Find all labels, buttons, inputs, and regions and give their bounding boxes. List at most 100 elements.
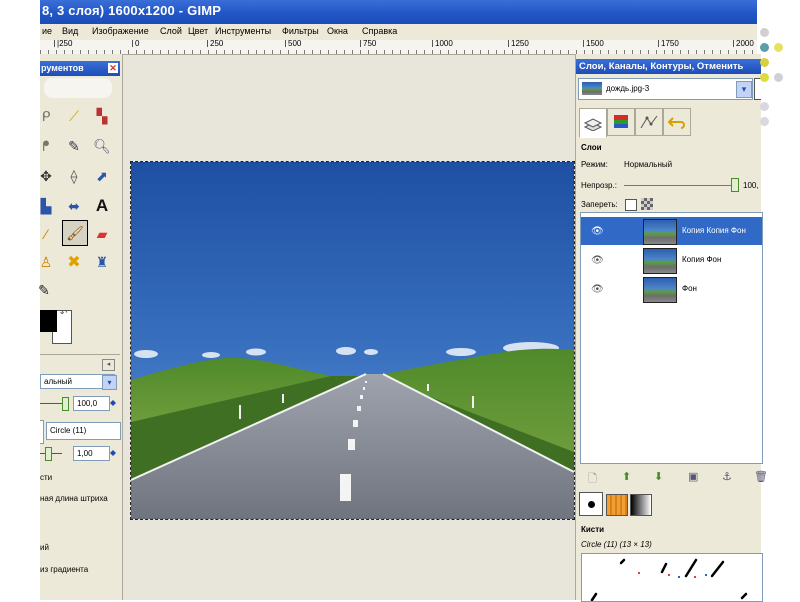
decoration-dot [774, 73, 783, 82]
tab-gradients[interactable] [630, 494, 652, 516]
ruler-label: |250 [54, 40, 72, 48]
tab-channels[interactable] [607, 108, 635, 136]
brush-strokes [590, 558, 748, 601]
undo-icon [667, 117, 685, 129]
window-title: 8, 3 слоя) 1600x1200 - GIMP [42, 3, 222, 18]
scale-slider-handle[interactable] [45, 447, 52, 461]
paths-icon[interactable]: ᖰ [36, 136, 56, 156]
brush-grid[interactable] [581, 553, 763, 602]
zoom-icon[interactable]: 🔍︎ [92, 136, 112, 156]
duplicate-layer-icon[interactable]: ▣ [688, 470, 698, 483]
dock-tabs [579, 108, 759, 138]
tab-undo[interactable] [663, 108, 691, 136]
magic-wand-icon[interactable]: ⟋ [64, 106, 84, 126]
layer-thumbnail [643, 219, 677, 245]
chevron-down-icon[interactable]: ▾ [736, 81, 752, 98]
menu-edit[interactable]: ие [42, 26, 52, 36]
opacity-slider-track[interactable] [40, 403, 64, 404]
ruler-label: 250 [207, 40, 223, 48]
layer-row[interactable]: 👁︎ Фон [581, 275, 762, 303]
opacity-slider-handle[interactable] [731, 178, 739, 192]
chevron-down-icon[interactable]: ▾ [102, 375, 117, 390]
menu-windows[interactable]: Окна [327, 26, 348, 36]
pencil-icon[interactable]: ⁄ [36, 224, 56, 244]
scale-spin-icon[interactable] [110, 445, 116, 459]
brush-stroke [619, 558, 626, 565]
close-icon[interactable]: ✕ [108, 63, 118, 73]
panel-menu-icon[interactable]: ◂ [102, 359, 115, 371]
ruler-label: 1000 [432, 40, 453, 48]
layer-thumbnail [643, 277, 677, 303]
text-icon[interactable]: A [92, 196, 112, 216]
menu-filters[interactable]: Фильтры [282, 26, 319, 36]
dodge-icon[interactable]: ✎ [34, 280, 54, 300]
image-thumbnail [582, 82, 602, 95]
ruler-label: 2000 [733, 40, 754, 48]
smudge-icon[interactable]: ♜ [92, 252, 112, 272]
measure-icon[interactable]: ⟠ [64, 166, 84, 186]
heal-icon[interactable]: ✖ [64, 252, 84, 272]
lock-checkbox[interactable] [625, 199, 637, 211]
image-selector[interactable]: дождь.jpg-3 ▾ [578, 78, 753, 100]
tab-patterns[interactable] [606, 494, 628, 516]
color-select-icon[interactable]: ▚ [92, 106, 112, 126]
scale-input[interactable]: 1,00 [73, 446, 110, 461]
color-picker-icon[interactable]: ✎ [64, 136, 84, 156]
tool-options-preview [44, 78, 112, 98]
align-icon[interactable]: ⬈ [92, 166, 112, 186]
raise-layer-icon[interactable]: ⬆︎ [622, 470, 631, 483]
lasso-icon[interactable]: ᑭ [36, 106, 56, 126]
divider [40, 354, 120, 355]
eye-icon[interactable]: 👁︎ [591, 255, 604, 266]
tab-paths[interactable] [635, 108, 663, 136]
auto-button[interactable] [754, 78, 761, 100]
opacity-slider-handle[interactable] [62, 397, 69, 411]
foreground-color-swatch[interactable] [40, 310, 57, 332]
paintbrush-icon[interactable]: 🖌︎ [62, 220, 88, 246]
tab-layers[interactable] [579, 108, 607, 138]
brush-dynamics-label: сти [40, 473, 53, 482]
ruler-label: 750 [360, 40, 376, 48]
opacity-slider-track[interactable] [624, 185, 732, 186]
opacity-spin-icon[interactable] [110, 395, 116, 409]
lock-alpha-icon[interactable] [641, 198, 653, 210]
opacity-value[interactable]: 100, [743, 181, 759, 190]
lower-layer-icon[interactable]: ⬇︎ [654, 470, 663, 483]
menu-help[interactable]: Справка [362, 26, 397, 36]
brush-field[interactable]: Circle (11) [46, 422, 121, 440]
toolbox-panel: рументов ✕ ᑭ ⟋ ▚ ᖰ ✎ 🔍︎ ✥ ⟠ ⬈ ▙ ⬌ A ⁄ 🖌︎… [38, 54, 123, 600]
menu-layer[interactable]: Слой [160, 26, 182, 36]
delete-layer-icon[interactable]: 🗑︎ [754, 470, 768, 483]
opacity-input[interactable]: 100,0 [73, 396, 110, 411]
menu-view[interactable]: Вид [62, 26, 78, 36]
menu-colors[interactable]: Цвет [188, 26, 208, 36]
move-icon[interactable]: ✥ [36, 166, 56, 186]
anchor-icon[interactable]: ⚓︎ [722, 470, 732, 483]
brush-preview-button[interactable] [40, 420, 44, 444]
new-layer-icon[interactable]: 🗋︎ [588, 470, 597, 489]
stroke-length-label: ная длина штриха [40, 494, 108, 503]
eye-icon[interactable]: 👁︎ [591, 226, 604, 237]
clone-icon[interactable]: ♙ [36, 252, 56, 272]
swap-colors-icon[interactable]: ↶ [60, 308, 68, 319]
layers-icon [583, 118, 603, 131]
brush-dot-icon [587, 500, 595, 508]
mode-value[interactable]: Нормальный [624, 160, 672, 169]
horizontal-ruler[interactable]: |250 0 250 500 750 1000 1250 1500 1750 2… [40, 40, 757, 55]
image-canvas[interactable] [130, 161, 575, 520]
eraser-icon[interactable]: ▰ [92, 224, 112, 244]
tab-brushes[interactable] [579, 492, 603, 516]
title-bar: 8, 3 слоя) 1600x1200 - GIMP [40, 0, 757, 24]
brushes-title: Кисти [581, 525, 605, 534]
ruler-label: 500 [285, 40, 301, 48]
road-landscape-image [131, 162, 574, 519]
scale-icon[interactable]: ⬌ [64, 196, 84, 216]
flip-icon[interactable]: ▙ [36, 196, 56, 216]
layer-row[interactable]: 👁︎ Копия Фон [581, 246, 762, 274]
menu-tools[interactable]: Инструменты [215, 26, 271, 36]
menu-image[interactable]: Изображение [92, 26, 149, 36]
scale-value: 1,00 [77, 449, 93, 458]
brush-value: Circle (11) [50, 426, 87, 435]
layer-row[interactable]: 👁︎ Копия Копия Фон [581, 217, 762, 245]
eye-icon[interactable]: 👁︎ [591, 284, 604, 295]
